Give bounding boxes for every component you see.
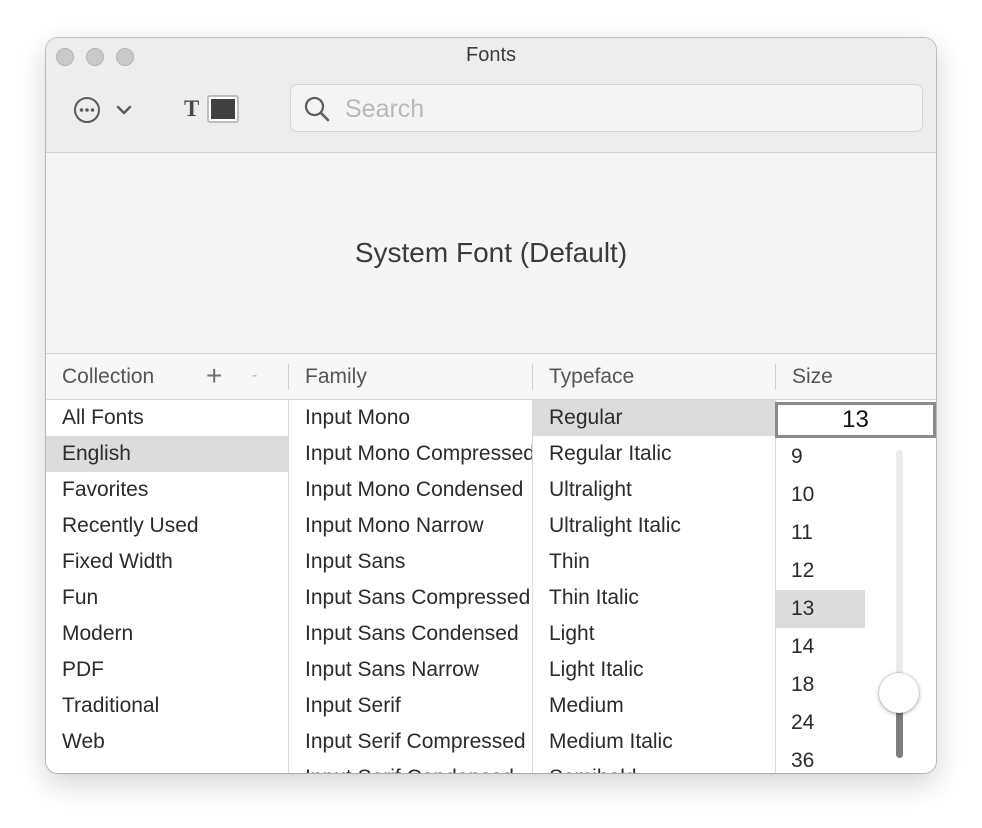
collection-item[interactable]: Recently Used — [46, 508, 288, 544]
size-item[interactable]: 11 — [775, 514, 865, 552]
window-title: Fonts — [465, 44, 517, 66]
column-headers: Collection + - Family Typeface Size — [46, 354, 936, 400]
typeface-header: Typeface — [549, 365, 635, 388]
family-item[interactable]: Input Mono Narrow — [289, 508, 532, 544]
ellipsis-circle-icon — [74, 97, 100, 123]
typeface-item[interactable]: Regular Italic — [533, 436, 775, 472]
size-item[interactable]: 24 — [775, 704, 865, 742]
size-list: 9 10 11 12 13 14 18 24 36 — [775, 438, 865, 773]
collection-item[interactable]: English — [46, 436, 288, 472]
size-item[interactable]: 9 — [775, 438, 865, 476]
text-color-fill — [211, 99, 236, 119]
action-menu-button[interactable] — [72, 90, 136, 130]
size-item[interactable]: 13 — [775, 590, 865, 628]
header-divider — [775, 364, 776, 390]
add-collection-button[interactable]: + — [206, 354, 222, 399]
collection-item[interactable]: PDF — [46, 652, 288, 688]
typeface-item[interactable]: Ultralight Italic — [533, 508, 775, 544]
size-header: Size — [792, 365, 833, 388]
family-item[interactable]: Input Serif — [289, 688, 532, 724]
family-list: Input Mono Input Mono Compressed Input Mon… — [289, 400, 532, 773]
typeface-item[interactable]: Medium Italic — [533, 724, 775, 760]
family-item[interactable]: Input Mono — [289, 400, 532, 436]
family-item[interactable]: Input Serif Compressed — [289, 724, 532, 760]
family-item[interactable]: Input Sans Narrow — [289, 652, 532, 688]
font-preview: System Font (Default) — [46, 153, 936, 354]
family-item[interactable]: Input Mono Condensed — [289, 472, 532, 508]
fonts-window: Fonts T System — [46, 38, 936, 773]
size-item[interactable]: 10 — [775, 476, 865, 514]
collection-list: All Fonts English Favorites Recently Used Fi… — [46, 400, 288, 773]
size-item[interactable]: 14 — [775, 628, 865, 666]
family-item[interactable]: Input Sans Condensed — [289, 616, 532, 652]
family-item[interactable]: Input Sans — [289, 544, 532, 580]
typeface-list: Regular Regular Italic Ultralight Ultraligh… — [533, 400, 775, 773]
typeface-item[interactable]: Thin — [533, 544, 775, 580]
font-lists: All Fonts English Favorites Recently Used Fi… — [46, 400, 936, 773]
typeface-item[interactable]: Medium — [533, 688, 775, 724]
search-input[interactable] — [343, 91, 907, 127]
collection-item[interactable]: Fixed Width — [46, 544, 288, 580]
family-header: Family — [305, 365, 367, 388]
typeface-item[interactable]: Semibold — [533, 760, 775, 773]
collection-item[interactable]: Web — [46, 724, 288, 760]
header-divider — [532, 364, 533, 390]
typeface-item[interactable]: Light — [533, 616, 775, 652]
collection-item[interactable]: Fun — [46, 580, 288, 616]
size-input[interactable] — [775, 402, 936, 438]
collection-item[interactable]: Favorites — [46, 472, 288, 508]
family-item[interactable]: Input Sans Compressed — [289, 580, 532, 616]
preview-text: System Font (Default) — [354, 237, 628, 268]
typeface-item[interactable]: Light Italic — [533, 652, 775, 688]
typeface-item[interactable]: Regular — [533, 400, 775, 436]
typeface-item[interactable]: Thin Italic — [533, 580, 775, 616]
header-divider — [288, 364, 289, 390]
search-field[interactable] — [290, 84, 923, 132]
size-item[interactable]: 36 — [775, 742, 865, 773]
collection-item[interactable]: Traditional — [46, 688, 288, 724]
collection-header: Collection — [62, 365, 155, 388]
text-color-control[interactable]: T — [184, 93, 240, 125]
family-item[interactable]: Input Mono Compressed — [289, 436, 532, 472]
search-icon — [304, 96, 330, 122]
title-bar: Fonts T — [46, 38, 936, 153]
chevron-down-icon — [116, 105, 132, 115]
text-color-glyph: T — [184, 96, 200, 121]
size-item[interactable]: 12 — [775, 552, 865, 590]
family-item[interactable]: Input Serif Condensed — [289, 760, 532, 773]
size-slider-knob[interactable] — [879, 673, 919, 714]
size-item[interactable]: 18 — [775, 666, 865, 704]
collection-item[interactable]: All Fonts — [46, 400, 288, 436]
typeface-item[interactable]: Ultralight — [533, 472, 775, 508]
collection-item[interactable]: Modern — [46, 616, 288, 652]
remove-collection-button[interactable]: - — [252, 354, 257, 399]
text-color-swatch[interactable] — [207, 95, 240, 123]
